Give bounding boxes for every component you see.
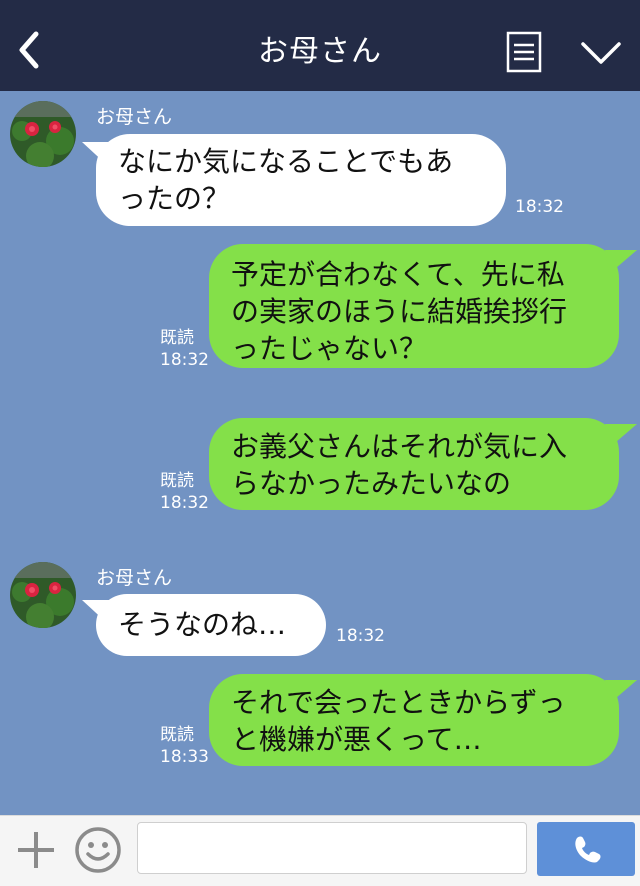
sender-name: お母さん bbox=[96, 567, 173, 589]
message-line: と機嫌が悪くって… bbox=[231, 723, 482, 756]
read-label: 既読 bbox=[160, 725, 194, 745]
message-input[interactable] bbox=[137, 822, 527, 874]
message-time: 18:32 bbox=[336, 626, 385, 646]
message-time: 18:32 bbox=[160, 493, 209, 513]
document-list-icon[interactable] bbox=[506, 31, 542, 73]
message-line: なにか気になることでもあ bbox=[118, 145, 454, 178]
avatar[interactable] bbox=[10, 562, 76, 628]
avatar[interactable] bbox=[10, 101, 76, 167]
read-label: 既読 bbox=[160, 471, 194, 491]
chevron-down-icon[interactable] bbox=[580, 40, 622, 66]
message-line: 予定が合わなくて、先に私 bbox=[231, 258, 565, 291]
call-button[interactable] bbox=[537, 822, 635, 876]
bubble-tail bbox=[82, 142, 112, 166]
bubble-tail bbox=[82, 600, 112, 624]
message-input-bar bbox=[0, 815, 640, 886]
incoming-message-bubble[interactable]: そうなのね… bbox=[82, 594, 326, 656]
flower-avatar-icon bbox=[10, 562, 76, 628]
message-line: ったの？ bbox=[118, 182, 231, 215]
sender-name: お母さん bbox=[96, 106, 173, 128]
smiley-icon[interactable] bbox=[74, 826, 122, 874]
flower-avatar-icon bbox=[10, 101, 76, 167]
bubble-tail bbox=[605, 424, 637, 448]
bubble-tail bbox=[605, 250, 637, 274]
message-time: 18:32 bbox=[160, 350, 209, 370]
message-line: それで会ったときからずっ bbox=[231, 686, 566, 719]
message-line: お義父さんはそれが気に入 bbox=[231, 430, 568, 463]
chat-header: お母さん bbox=[0, 0, 640, 91]
message-line: ったじゃない？ bbox=[231, 332, 428, 365]
read-receipt: 既読 18:32 bbox=[160, 327, 209, 371]
message-time: 18:32 bbox=[515, 197, 564, 217]
read-receipt: 既読 18:33 bbox=[160, 724, 209, 768]
read-receipt: 既読 18:32 bbox=[160, 470, 209, 514]
phone-icon bbox=[575, 836, 601, 863]
outgoing-message-bubble[interactable]: お義父さんはそれが気に入 らなかったみたいなの bbox=[209, 418, 637, 510]
read-label: 既読 bbox=[160, 328, 194, 348]
message-line: そうなのね… bbox=[118, 608, 287, 641]
message-line: らなかったみたいなの bbox=[231, 467, 512, 500]
incoming-message-bubble[interactable]: なにか気になることでもあ ったの？ bbox=[82, 134, 506, 226]
chat-title: お母さん bbox=[258, 34, 382, 69]
outgoing-message-bubble[interactable]: それで会ったときからずっ と機嫌が悪くって… bbox=[209, 674, 637, 766]
outgoing-message-bubble[interactable]: 予定が合わなくて、先に私 の実家のほうに結婚挨拶行 ったじゃない？ bbox=[209, 244, 637, 368]
bubble-tail bbox=[605, 680, 637, 704]
message-line: の実家のほうに結婚挨拶行 bbox=[231, 295, 568, 328]
message-time: 18:33 bbox=[160, 747, 209, 767]
plus-icon[interactable] bbox=[14, 828, 58, 872]
